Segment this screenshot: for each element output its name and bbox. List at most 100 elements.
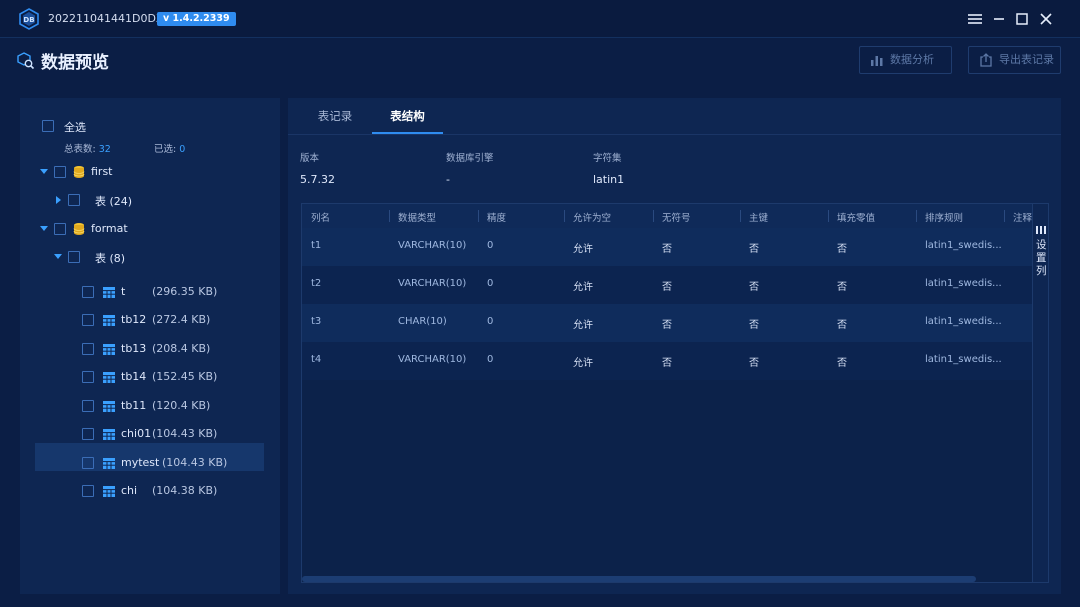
table-size: (296.35 KB) [152, 285, 218, 298]
table-checkbox[interactable] [82, 314, 94, 326]
first-tables-label[interactable]: 表 (24) [95, 193, 132, 209]
select-all-checkbox[interactable] [42, 120, 54, 132]
database-icon [73, 223, 85, 235]
grid-cell: VARCHAR(10) [398, 354, 467, 365]
grid-cell: 否 [837, 244, 847, 255]
version-value: 5.7.32 [300, 173, 335, 186]
table-name[interactable]: chi [121, 484, 137, 497]
table-checkbox[interactable] [82, 343, 94, 355]
grid-cell: t3 [311, 316, 322, 327]
page-title: 数据预览 [41, 53, 109, 73]
grid-header-cell[interactable]: 列名 [311, 210, 330, 224]
grid-cell: VARCHAR(10) [398, 278, 467, 289]
db-first-label[interactable]: first [91, 165, 113, 178]
table-checkbox[interactable] [82, 457, 94, 469]
engine-label: 数据库引擎 [446, 153, 494, 164]
tab-records[interactable]: 表记录 [298, 98, 372, 134]
grid-cell: t4 [311, 354, 322, 365]
table-size: (104.43 KB) [162, 456, 228, 469]
table-icon [103, 401, 115, 412]
maximize-icon[interactable] [1013, 10, 1031, 28]
format-tables-label[interactable]: 表 (8) [95, 250, 125, 266]
table-name[interactable]: mytest [121, 456, 159, 469]
grid-header-cell[interactable]: 数据类型 [398, 210, 436, 224]
grid-header-cell[interactable]: 注释 [1013, 210, 1032, 224]
export-records-button[interactable]: 导出表记录 [968, 46, 1061, 74]
column-resize-handle[interactable] [1004, 210, 1005, 222]
table-name[interactable]: tb11 [121, 399, 146, 412]
page-header: 数据预览 数据分析 导出表记录 [0, 38, 1080, 82]
grid-header-cell[interactable]: 主键 [749, 210, 768, 224]
expand-format-tables-toggle[interactable] [54, 254, 62, 259]
db-first-checkbox[interactable] [54, 166, 66, 178]
export-records-label: 导出表记录 [999, 53, 1054, 66]
grid-cell: 0 [487, 316, 494, 327]
column-resize-handle[interactable] [564, 210, 565, 222]
close-icon[interactable] [1037, 10, 1055, 28]
grid-header-cell[interactable]: 允许为空 [573, 210, 611, 224]
grid-cell: VARCHAR(10) [398, 240, 467, 251]
grid-cell: 否 [749, 358, 759, 369]
table-size: (104.43 KB) [152, 427, 218, 440]
data-preview-icon [17, 52, 35, 70]
expand-first-toggle[interactable] [40, 169, 48, 174]
column-resize-handle[interactable] [389, 210, 390, 222]
grid-cell: 否 [837, 320, 847, 331]
grid-cell: latin1_swedis... [925, 354, 1002, 365]
first-tables-checkbox[interactable] [68, 194, 80, 206]
format-tables-checkbox[interactable] [68, 251, 80, 263]
table-name[interactable]: tb12 [121, 313, 146, 326]
grid-cell: 否 [662, 358, 672, 369]
table-row[interactable]: t3 CHAR(10) 0 允许 否 否 否 latin1_swedis... [302, 304, 1032, 342]
db-format-label[interactable]: format [91, 222, 128, 235]
grid-header-cell[interactable]: 精度 [487, 210, 506, 224]
table-name[interactable]: t [121, 285, 125, 298]
table-row[interactable]: t1 VARCHAR(10) 0 允许 否 否 否 latin1_swedis... [302, 228, 1032, 266]
column-resize-handle[interactable] [740, 210, 741, 222]
columns-icon [1036, 226, 1046, 234]
column-resize-handle[interactable] [478, 210, 479, 222]
table-name[interactable]: tb14 [121, 370, 146, 383]
database-icon [73, 166, 85, 178]
table-icon [103, 486, 115, 497]
table-row[interactable]: t2 VARCHAR(10) 0 允许 否 否 否 latin1_swedis... [302, 266, 1032, 304]
table-icon [103, 372, 115, 383]
grid-cell: latin1_swedis... [925, 278, 1002, 289]
total-tables-stat: 总表数: 32 [64, 141, 111, 155]
grid-cell: 否 [749, 244, 759, 255]
select-all-label: 全选 [64, 121, 86, 134]
minimize-icon[interactable] [990, 10, 1008, 28]
table-checkbox[interactable] [82, 371, 94, 383]
table-checkbox[interactable] [82, 485, 94, 497]
grid-cell: 允许 [573, 244, 593, 255]
table-name[interactable]: tb13 [121, 342, 146, 355]
column-resize-handle[interactable] [828, 210, 829, 222]
db-format-checkbox[interactable] [54, 223, 66, 235]
column-resize-handle[interactable] [653, 210, 654, 222]
column-settings-button[interactable]: 设置列 [1032, 204, 1048, 582]
table-size: (208.4 KB) [152, 342, 211, 355]
table-name[interactable]: chi01 [121, 427, 151, 440]
menu-icon[interactable] [966, 10, 984, 28]
table-size: (272.4 KB) [152, 313, 211, 326]
grid-header: 列名 数据类型 精度 允许为空 无符号 主键 填充零值 排序规则 注释 [302, 204, 1032, 228]
grid-cell: latin1_swedis... [925, 240, 1002, 251]
table-row[interactable]: t4 VARCHAR(10) 0 允许 否 否 否 latin1_swedis... [302, 342, 1032, 380]
selected-tables-value: 0 [179, 144, 186, 155]
version-badge: v 1.4.2.2339 [157, 12, 236, 26]
table-checkbox[interactable] [82, 286, 94, 298]
grid-header-cell[interactable]: 排序规则 [925, 210, 963, 224]
tab-structure[interactable]: 表结构 [372, 98, 443, 134]
data-analysis-button[interactable]: 数据分析 [859, 46, 952, 74]
version-label: 版本 [300, 153, 320, 164]
expand-format-toggle[interactable] [40, 226, 48, 231]
horizontal-scrollbar[interactable] [302, 576, 976, 582]
grid-header-cell[interactable]: 填充零值 [837, 210, 875, 224]
total-tables-label: 总表数: [64, 144, 96, 155]
table-checkbox[interactable] [82, 400, 94, 412]
grid-header-cell[interactable]: 无符号 [662, 210, 691, 224]
table-checkbox[interactable] [82, 428, 94, 440]
expand-first-tables-toggle[interactable] [56, 196, 61, 204]
grid-cell: latin1_swedis... [925, 316, 1002, 327]
column-resize-handle[interactable] [916, 210, 917, 222]
